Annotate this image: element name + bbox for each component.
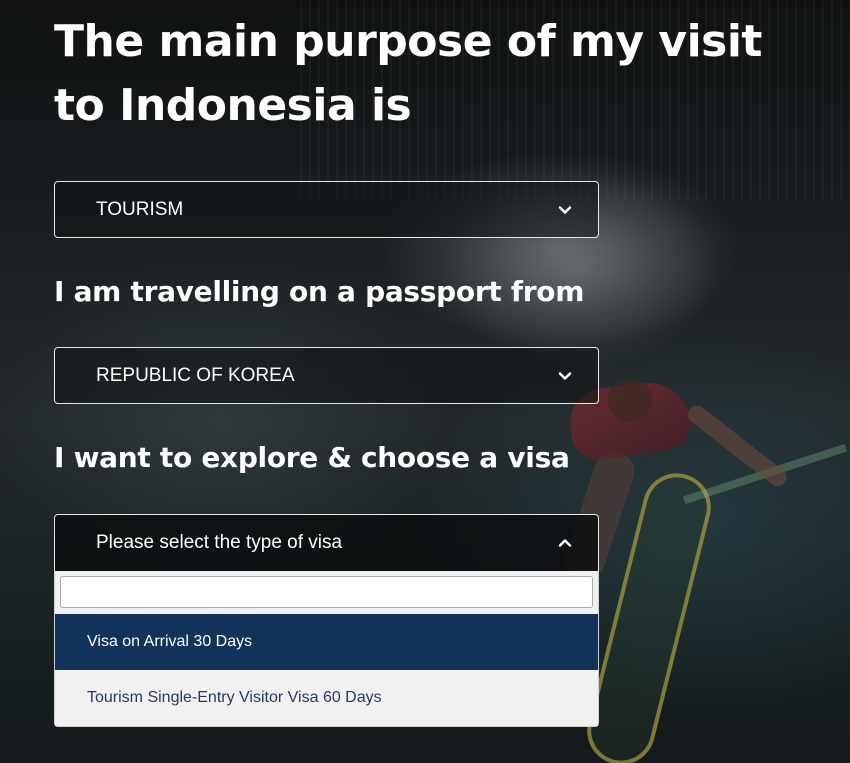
chevron-up-icon bbox=[558, 539, 572, 547]
visa-dropdown-menu: Visa on Arrival 30 Days Tourism Single-E… bbox=[54, 571, 599, 727]
visa-select-placeholder: Please select the type of visa bbox=[96, 532, 343, 553]
chevron-down-icon bbox=[558, 205, 572, 214]
passport-select[interactable]: REPUBLIC OF KOREA bbox=[54, 347, 599, 404]
chevron-down-icon bbox=[558, 371, 572, 380]
visa-question: I want to explore & choose a visa bbox=[54, 441, 570, 474]
visa-option-tourism-single-entry[interactable]: Tourism Single-Entry Visitor Visa 60 Day… bbox=[55, 670, 598, 726]
visa-type-select[interactable]: Please select the type of visa bbox=[54, 514, 599, 572]
surfer-head bbox=[608, 378, 652, 422]
surfer-arm bbox=[684, 401, 791, 490]
passport-question: I am travelling on a passport from bbox=[54, 275, 585, 308]
visa-search-input[interactable] bbox=[60, 576, 593, 608]
page-title: The main purpose of my visit to Indonesi… bbox=[54, 16, 762, 131]
passport-select-value: REPUBLIC OF KOREA bbox=[96, 365, 295, 386]
purpose-select[interactable]: TOURISM bbox=[54, 181, 599, 238]
purpose-select-value: TOURISM bbox=[96, 199, 184, 220]
visa-option-visa-on-arrival[interactable]: Visa on Arrival 30 Days bbox=[55, 614, 598, 670]
